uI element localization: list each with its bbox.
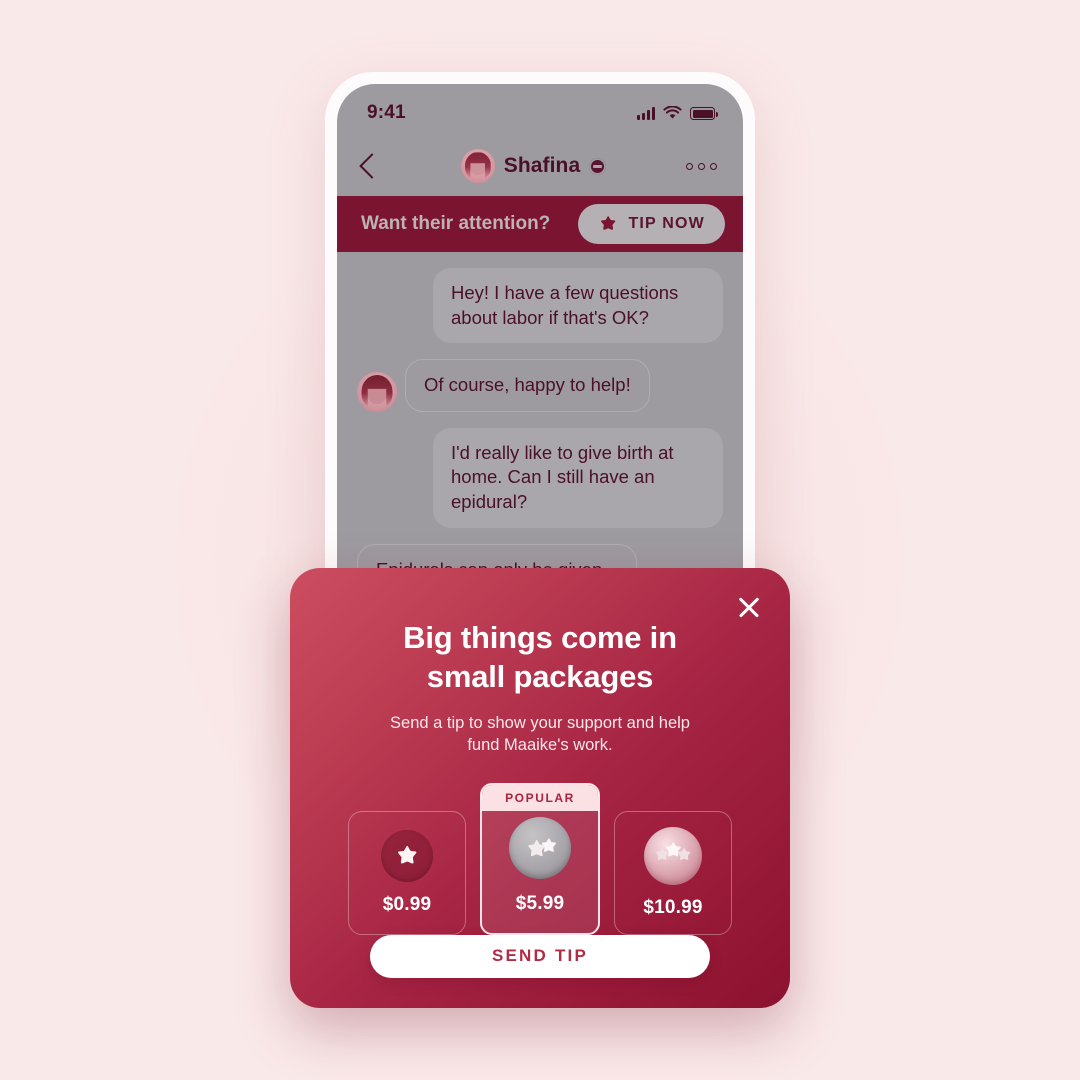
tip-tier-option-2[interactable]: POPULAR $5.99 <box>480 782 600 935</box>
tip-tier-price: $10.99 <box>643 896 703 918</box>
tip-banner-text: Want their attention? <box>361 213 551 234</box>
send-tip-label: SEND TIP <box>491 946 588 966</box>
star-icon <box>601 216 616 230</box>
status-bar-icons <box>637 106 718 120</box>
chat-contact[interactable]: Shafina <box>460 149 607 183</box>
modal-subtitle: Send a tip to show your support and help… <box>390 714 690 755</box>
message-avatar <box>357 371 397 412</box>
star-icon <box>655 841 691 860</box>
status-bar-time: 9:41 <box>367 102 406 123</box>
status-bar: 9:41 <box>337 84 743 136</box>
close-icon[interactable] <box>734 592 764 622</box>
tip-tier-price: $5.99 <box>515 892 565 914</box>
tip-banner: Want their attention? TIP NOW <box>337 196 743 252</box>
signal-bars-icon <box>637 107 655 120</box>
tip-tier-price: $0.99 <box>382 893 432 915</box>
double-star-coin <box>509 816 571 879</box>
single-star-coin <box>381 829 433 882</box>
star-icon <box>528 837 556 856</box>
more-options-icon[interactable] <box>686 162 717 170</box>
chat-nav-bar: Shafina <box>337 136 743 196</box>
tip-modal: Big things come in small packages Send a… <box>290 568 790 1008</box>
chat-bubble-outgoing: Hey! I have a few questions about labor … <box>433 268 723 344</box>
tip-tier-option-1[interactable]: $0.99 <box>348 810 466 935</box>
tip-tier-option-3[interactable]: $10.99 <box>614 810 732 935</box>
chat-contact-name: Shafina <box>503 154 581 177</box>
send-tip-button[interactable]: SEND TIP <box>370 934 710 978</box>
popular-badge: POPULAR <box>482 784 598 811</box>
tip-tier-list: $0.99 POPULAR $5.99 $10.99 <box>348 782 732 935</box>
verified-badge-icon <box>589 157 607 175</box>
chat-bubble-outgoing: I'd really like to give birth at home. C… <box>433 427 723 528</box>
tip-now-label: TIP NOW <box>628 215 705 232</box>
modal-title: Big things come in small packages <box>403 620 677 695</box>
chevron-left-icon[interactable] <box>359 153 385 179</box>
chat-message-row: I'd really like to give birth at home. C… <box>357 427 723 528</box>
chat-bubble-incoming: Of course, happy to help! <box>405 359 650 412</box>
chat-message-row: Hey! I have a few questions about labor … <box>357 268 723 344</box>
battery-full-icon <box>690 107 718 120</box>
triple-star-coin <box>644 826 702 885</box>
tip-now-button[interactable]: TIP NOW <box>578 204 725 244</box>
wifi-icon <box>663 106 682 119</box>
star-icon <box>397 845 417 864</box>
user-avatar <box>460 149 495 183</box>
chat-message-row: Of course, happy to help! <box>357 359 723 412</box>
